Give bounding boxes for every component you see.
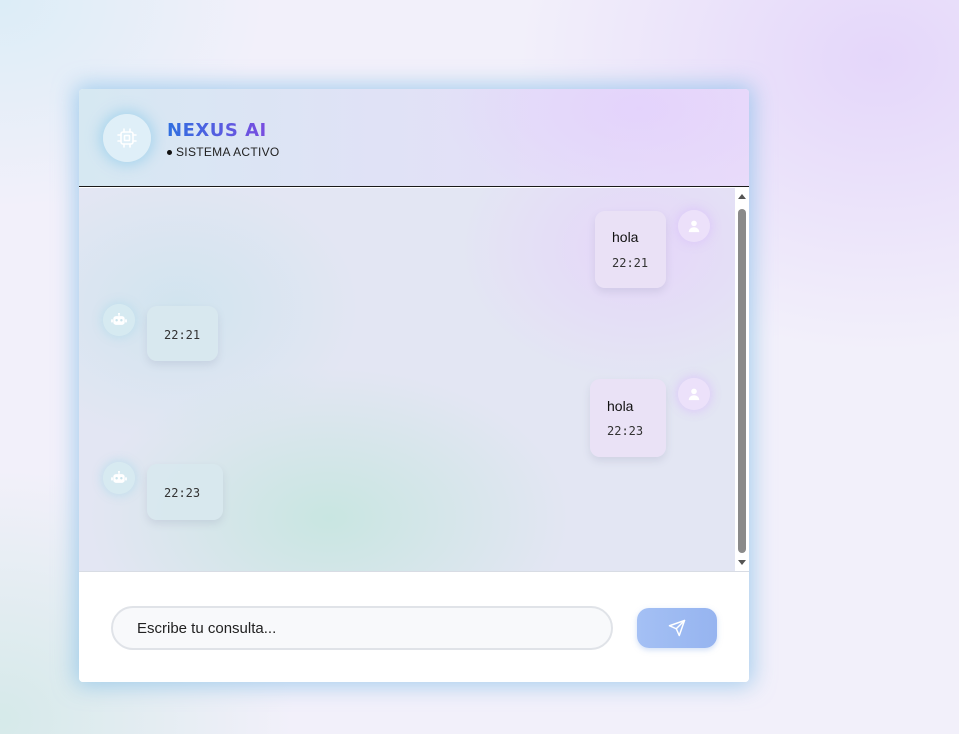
chat-title: NEXUS AI — [167, 120, 267, 141]
chat-window: NEXUS AI SISTEMA ACTIVO hola 22:21 22:21… — [79, 89, 749, 682]
scroll-up-arrow-icon[interactable] — [738, 194, 746, 199]
message-user: hola 22:21 — [79, 188, 735, 298]
composer — [79, 571, 749, 682]
message-list[interactable]: hola 22:21 22:21 hola 22:23 22:23 — [79, 188, 735, 571]
message-text: hola — [607, 398, 634, 414]
send-icon — [668, 619, 686, 637]
status-indicator: SISTEMA ACTIVO — [167, 145, 280, 159]
scrollbar-thumb[interactable] — [738, 209, 746, 553]
status-text: SISTEMA ACTIVO — [176, 145, 280, 159]
query-input[interactable] — [111, 606, 613, 650]
message-bot: 22:21 — [79, 298, 735, 368]
message-time: 22:23 — [164, 486, 201, 500]
robot-icon — [103, 462, 135, 494]
message-bubble: hola 22:21 — [595, 211, 666, 288]
message-user: hola 22:23 — [79, 368, 735, 468]
cpu-chip-icon — [103, 114, 151, 162]
message-text: hola — [612, 229, 639, 245]
message-bubble: 22:21 — [147, 306, 218, 361]
message-time: 22:21 — [612, 256, 649, 270]
send-button[interactable] — [637, 608, 717, 648]
message-time: 22:21 — [164, 328, 201, 342]
message-bubble: 22:23 — [147, 464, 223, 520]
scroll-down-arrow-icon[interactable] — [738, 560, 746, 565]
robot-icon — [103, 304, 135, 336]
user-icon — [678, 378, 710, 410]
user-icon — [678, 210, 710, 242]
message-time: 22:23 — [607, 424, 644, 438]
message-bubble: hola 22:23 — [590, 379, 666, 457]
message-bot: 22:23 — [79, 462, 735, 548]
message-scrollbar[interactable] — [735, 188, 749, 571]
status-dot — [167, 149, 172, 155]
chat-header: NEXUS AI SISTEMA ACTIVO — [79, 89, 749, 187]
